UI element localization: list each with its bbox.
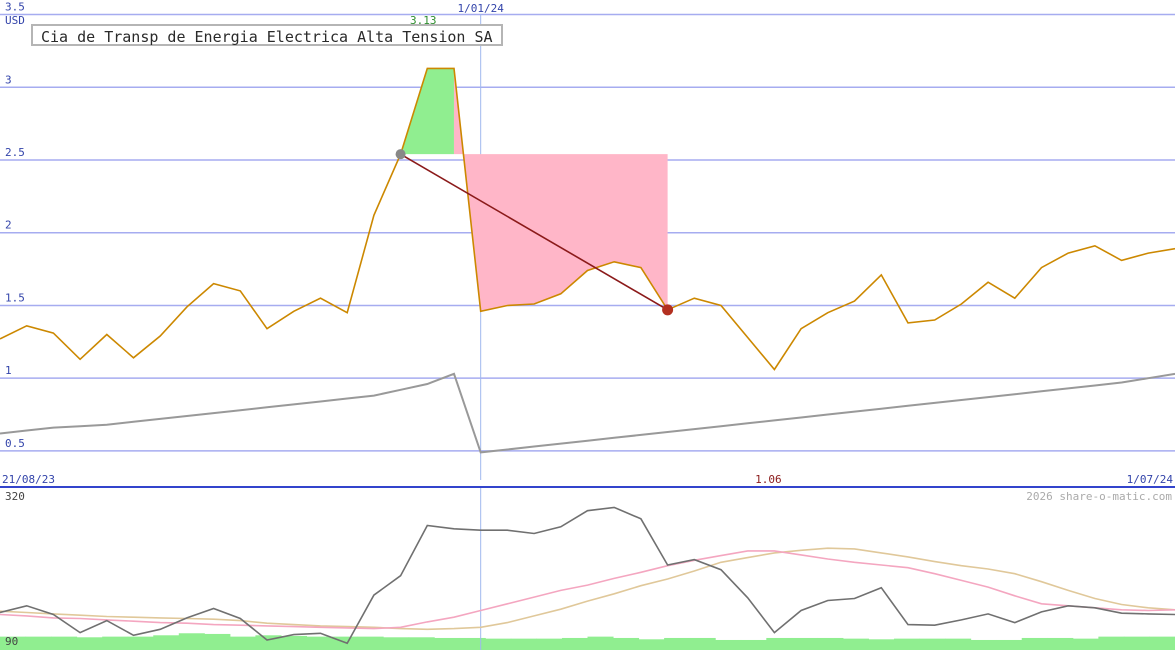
- volume-bar: [536, 638, 563, 650]
- watermark-text: 2026 share-o-matic.com: [1026, 490, 1172, 503]
- volume-bar: [842, 638, 869, 650]
- volume-bar: [51, 636, 78, 650]
- volume-bar: [383, 637, 410, 650]
- volume-bar: [919, 638, 946, 650]
- volume-bar: [638, 639, 665, 650]
- volume-bar: [434, 637, 461, 650]
- exit-marker: [662, 304, 674, 316]
- volume-bar: [1072, 638, 1099, 650]
- volume-bar: [485, 638, 512, 650]
- gain-area: [400, 68, 454, 155]
- indicator-series: [0, 488, 1175, 650]
- volume-bar: [894, 638, 921, 650]
- volume-bars: [0, 633, 1175, 650]
- y-tick-label: 3.5: [5, 1, 25, 14]
- volume-bar: [561, 637, 588, 650]
- volume-bar: [127, 636, 154, 650]
- volume-bar: [791, 637, 818, 650]
- y-tick-label: 2.5: [5, 146, 25, 159]
- gain-loss-areas: [400, 68, 668, 312]
- volume-bar: [408, 637, 435, 650]
- y-tick-label: 1.5: [5, 291, 25, 304]
- y-tick-label: 3: [5, 73, 12, 86]
- loss-area: [453, 68, 668, 312]
- volume-bar: [25, 636, 52, 650]
- volume-bar: [357, 636, 384, 650]
- volume-bar: [153, 635, 180, 650]
- volume-bar: [1149, 636, 1175, 650]
- x-start-label: 21/08/23: [2, 473, 55, 486]
- volume-bar: [817, 637, 844, 650]
- indicator-min-label: 90: [5, 635, 18, 648]
- volume-bar: [76, 637, 103, 650]
- volume-bar: [740, 639, 767, 650]
- x-end-label: 1/07/24: [1127, 473, 1174, 486]
- y-axis-unit: USD: [5, 14, 25, 27]
- low-label: 1.06: [755, 473, 782, 486]
- volume-bar: [229, 636, 256, 650]
- dark-indicator-line: [0, 506, 1175, 645]
- y-tick-label: 2: [5, 219, 12, 232]
- volume-bar: [306, 636, 333, 650]
- volume-bar: [1123, 636, 1150, 650]
- volume-bar: [613, 637, 640, 650]
- volume-bar: [587, 636, 614, 650]
- stock-chart: 0.5 1 1.5 2 2.5 3 3.5 USD 3.13 1/01/24 21/08/23 1/…: [0, 0, 1175, 650]
- volume-bar: [868, 639, 895, 650]
- y-tick-label: 1: [5, 364, 12, 377]
- volume-bar: [510, 638, 537, 650]
- indicator-max-label: 320: [5, 490, 25, 503]
- volume-bar: [1021, 637, 1048, 650]
- chart-canvas: 0.511.522.533.5USD 3.131/01/2421/08/23 1/…: [0, 1, 1175, 650]
- indicator-labels: 320 90 2026 share-o-matic.com: [5, 490, 1172, 648]
- volume-bar: [689, 637, 716, 650]
- volume-bar: [766, 637, 793, 650]
- volume-bar: [945, 638, 972, 650]
- chart-title: Cia de Transp de Energia Electrica Alta …: [31, 24, 503, 46]
- volume-bar: [1098, 636, 1125, 650]
- volume-bar: [715, 639, 742, 650]
- volume-bar: [996, 639, 1023, 650]
- volume-bar: [970, 639, 997, 650]
- entry-marker: [395, 149, 406, 160]
- volume-bar: [459, 637, 486, 650]
- volume-bar: [178, 633, 205, 650]
- volume-bar: [664, 637, 691, 650]
- volume-bar: [280, 635, 308, 650]
- date-marker-label: 1/01/24: [458, 2, 505, 15]
- volume-bar: [204, 633, 231, 650]
- volume-bar: [102, 636, 129, 650]
- y-tick-label: 0.5: [5, 437, 25, 450]
- trend-line: [0, 372, 1175, 454]
- price-axis-labels: 0.5 1 1.5 2 2.5 3 3.5USD: [5, 1, 25, 450]
- volume-bar: [1047, 637, 1074, 650]
